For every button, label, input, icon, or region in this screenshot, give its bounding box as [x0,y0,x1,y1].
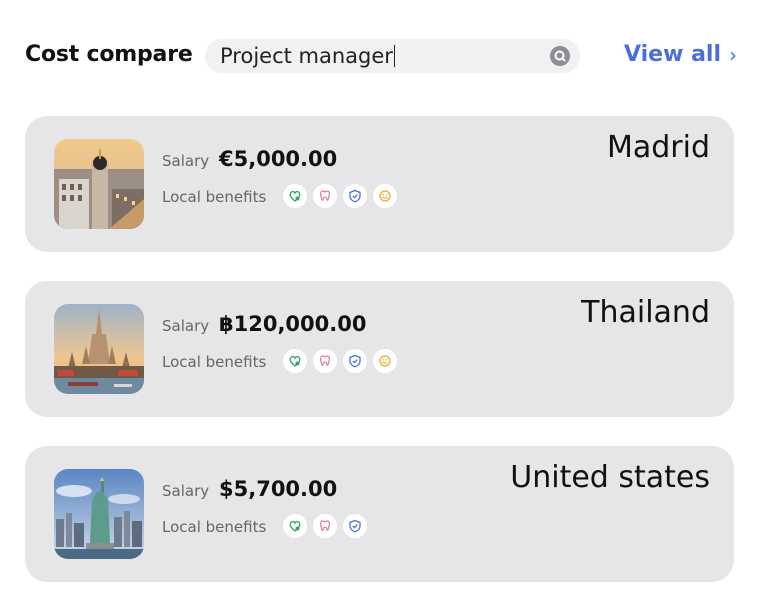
city-name: Madrid [606,130,710,165]
salary-label: Salary [162,152,210,170]
dental-icon[interactable] [313,514,337,538]
salary-label: Salary [162,317,210,335]
salary-label: Salary [162,482,210,500]
benefit-icons [283,349,397,373]
health-icon[interactable] [283,184,307,208]
benefit-icons [283,514,367,538]
header: Cost compare Project manager View all › [0,0,768,110]
wellness-icon[interactable] [373,184,397,208]
wellness-icon[interactable] [373,349,397,373]
city-card-madrid[interactable]: Salary €5,000.00 Local benefits Madrid [25,116,734,252]
city-card-united-states[interactable]: Salary $5,700.00 Local benefits United s… [25,446,734,582]
madrid-photo [54,139,144,229]
statue-of-liberty-photo [54,469,144,559]
salary-value: $5,700.00 [219,477,338,501]
insurance-shield-icon[interactable] [343,349,367,373]
thailand-temple-photo [54,304,144,394]
local-benefits-label: Local benefits [162,188,267,206]
city-name: United states [510,460,710,495]
city-name: Thailand [581,295,710,330]
salary-value: €5,000.00 [219,147,338,171]
insurance-shield-icon[interactable] [343,514,367,538]
view-all-label[interactable]: View all [624,42,721,67]
search-input[interactable]: Project manager [205,39,580,73]
city-card-thailand[interactable]: Salary ฿120,000.00 Local benefits Thaila… [25,281,734,417]
page-title: Cost compare [25,42,193,67]
dental-icon[interactable] [313,184,337,208]
health-icon[interactable] [283,514,307,538]
health-icon[interactable] [283,349,307,373]
benefit-icons [283,184,397,208]
search-icon[interactable] [550,46,570,66]
dental-icon[interactable] [313,349,337,373]
salary-value: ฿120,000.00 [219,312,367,336]
chevron-right-icon[interactable]: › [729,43,737,67]
search-input-value[interactable]: Project manager [220,44,395,68]
insurance-shield-icon[interactable] [343,184,367,208]
local-benefits-label: Local benefits [162,518,267,536]
view-all-link[interactable]: View all › [624,42,737,67]
local-benefits-label: Local benefits [162,353,267,371]
text-caret [393,45,395,67]
